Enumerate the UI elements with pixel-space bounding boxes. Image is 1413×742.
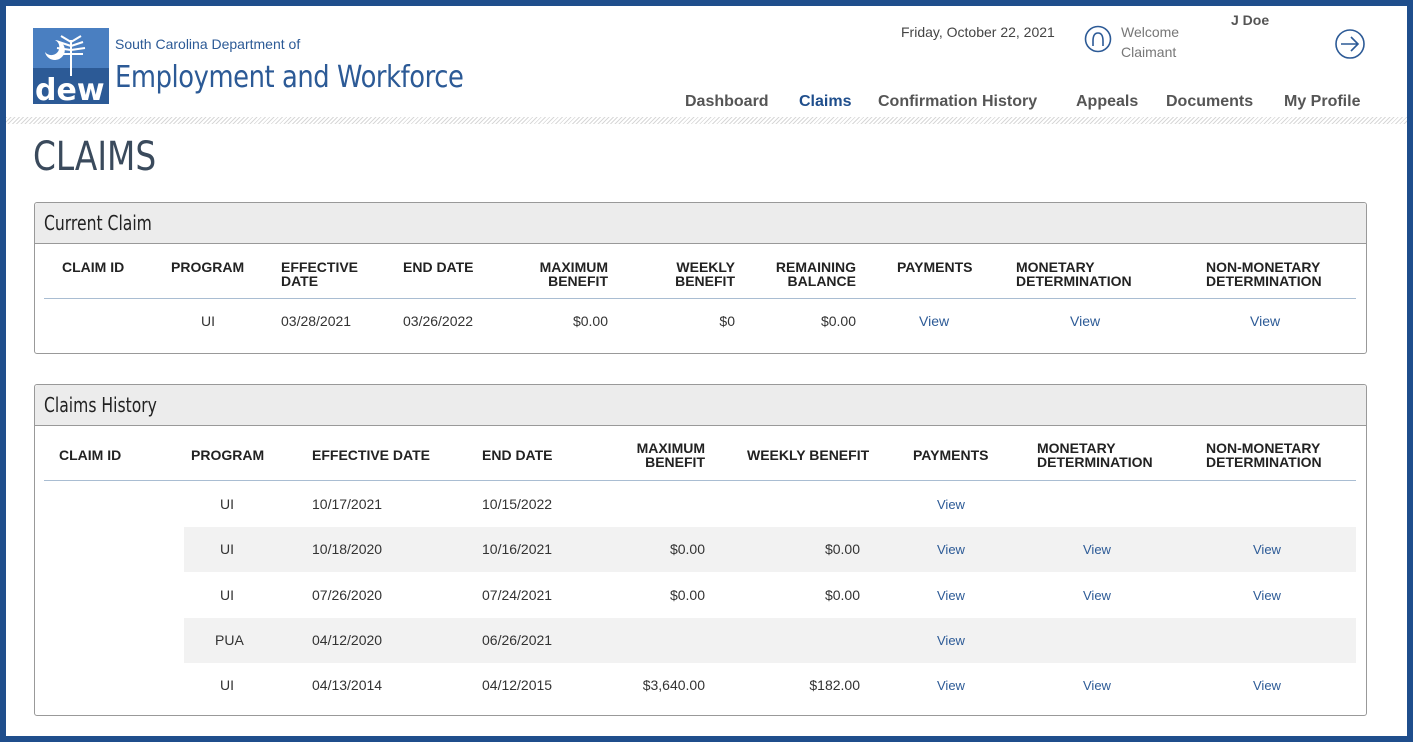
cell-weekly-benefit: $182.00: [809, 677, 860, 693]
svg-text:dew: dew: [35, 73, 105, 104]
col-end-date: END DATE: [482, 447, 553, 463]
cell-effective-date: 10/17/2021: [312, 496, 383, 512]
nonmonetary-view-link[interactable]: View: [1253, 588, 1281, 603]
cell-program: UI: [220, 587, 234, 603]
payments-view-link[interactable]: View: [937, 542, 965, 557]
col-monetary-determination: MONETARY DETERMINATION: [1016, 259, 1132, 289]
nav-documents[interactable]: Documents: [1166, 93, 1253, 111]
cell-remaining-balance: $0.00: [820, 313, 856, 329]
cell-maximum-benefit: $0.00: [669, 587, 705, 603]
cell-maximum-benefit: $0.00: [572, 313, 608, 329]
payments-view-link[interactable]: View: [937, 588, 965, 603]
cell-maximum-benefit: $3,640.00: [642, 677, 705, 693]
welcome-label: Welcome: [1121, 24, 1180, 40]
nav-confirmation-history[interactable]: Confirmation History: [878, 93, 1037, 111]
user-circle-icon[interactable]: [1084, 25, 1112, 53]
header-underline: [44, 298, 1356, 299]
payments-view-link[interactable]: View: [919, 313, 949, 329]
claims-history-panel: Claims History CLAIM ID PROGRAM EFFECTIV…: [34, 384, 1367, 716]
monetary-view-link[interactable]: View: [1083, 588, 1111, 603]
nav-appeals[interactable]: Appeals: [1076, 93, 1138, 111]
cell-weekly-benefit: $0.00: [824, 541, 860, 557]
nav-claims[interactable]: Claims: [799, 93, 852, 122]
current-claim-header: Current Claim: [35, 203, 1366, 244]
header-divider: [6, 117, 1407, 124]
cell-end-date: 10/15/2022: [482, 496, 553, 512]
cell-end-date: 07/24/2021: [482, 587, 553, 603]
col-effective-date: EFFECTIVE DATE: [312, 447, 430, 463]
cell-effective-date: 04/13/2014: [312, 677, 383, 693]
col-payments: PAYMENTS: [897, 259, 973, 275]
payments-view-link[interactable]: View: [937, 678, 965, 693]
cell-effective-date: 04/12/2020: [312, 632, 383, 648]
col-monetary-determination: MONETARY DETERMINATION: [1037, 440, 1153, 470]
role-label: Claimant: [1121, 44, 1177, 60]
col-claim-id: CLAIM ID: [62, 259, 125, 275]
col-end-date: END DATE: [403, 259, 474, 275]
claims-history-header: Claims History: [35, 385, 1366, 426]
cell-program: PUA: [215, 632, 244, 648]
monetary-view-link[interactable]: View: [1083, 678, 1111, 693]
col-program: PROGRAM: [191, 447, 265, 463]
payments-view-link[interactable]: View: [937, 633, 965, 648]
monetary-view-link[interactable]: View: [1070, 313, 1100, 329]
payments-view-link[interactable]: View: [937, 497, 965, 512]
username: J Doe: [1231, 12, 1270, 28]
cell-weekly-benefit: $0.00: [824, 587, 860, 603]
col-program: PROGRAM: [171, 259, 245, 275]
nav-dashboard[interactable]: Dashboard: [685, 93, 769, 111]
cell-weekly-benefit: $0: [719, 313, 735, 329]
col-effective-date: EFFECTIVE DATE: [281, 259, 359, 289]
current-claim-title: Current Claim: [44, 211, 152, 235]
page-title: CLAIMS: [33, 134, 157, 180]
col-maximum-benefit: MAXIMUM BENEFIT: [539, 259, 608, 289]
current-claim-panel: Current Claim CLAIM ID PROGRAM EFFECTIVE…: [34, 202, 1367, 354]
col-claim-id: CLAIM ID: [59, 447, 122, 463]
current-date: Friday, October 22, 2021: [901, 24, 1055, 40]
agency-name-line2: Employment and Workforce: [115, 60, 464, 95]
page: dew South Carolina Department of Employm…: [6, 6, 1407, 736]
logout-arrow-icon[interactable]: [1334, 28, 1366, 60]
header-underline: [44, 480, 1356, 481]
col-nonmonetary-determination: NON-MONETARY DETERMINATION: [1206, 259, 1322, 289]
col-remaining-balance: REMAINING BALANCE: [775, 259, 856, 289]
nonmonetary-view-link[interactable]: View: [1253, 542, 1281, 557]
cell-effective-date: 03/28/2021: [281, 313, 352, 329]
col-weekly-benefit: WEEKLY BENEFIT: [747, 447, 870, 463]
cell-program: UI: [201, 313, 215, 329]
cell-effective-date: 07/26/2020: [312, 587, 383, 603]
nonmonetary-view-link[interactable]: View: [1250, 313, 1280, 329]
cell-end-date: 03/26/2022: [403, 313, 474, 329]
col-maximum-benefit: MAXIMUM BENEFIT: [636, 440, 705, 470]
dew-logo[interactable]: dew: [33, 28, 109, 104]
cell-program: UI: [220, 541, 234, 557]
col-nonmonetary-determination: NON-MONETARY DETERMINATION: [1206, 440, 1322, 470]
cell-end-date: 04/12/2015: [482, 677, 553, 693]
cell-end-date: 10/16/2021: [482, 541, 553, 557]
cell-program: UI: [220, 496, 234, 512]
nonmonetary-view-link[interactable]: View: [1253, 678, 1281, 693]
col-payments: PAYMENTS: [913, 447, 989, 463]
cell-program: UI: [220, 677, 234, 693]
claims-history-title: Claims History: [44, 393, 157, 417]
cell-end-date: 06/26/2021: [482, 632, 553, 648]
cell-maximum-benefit: $0.00: [669, 541, 705, 557]
col-weekly-benefit: WEEKLY BENEFIT: [675, 259, 735, 289]
monetary-view-link[interactable]: View: [1083, 542, 1111, 557]
agency-name-line1: South Carolina Department of: [115, 36, 301, 52]
welcome-text: Welcome Claimant: [1121, 22, 1179, 62]
cell-effective-date: 10/18/2020: [312, 541, 383, 557]
nav-my-profile[interactable]: My Profile: [1284, 93, 1360, 111]
